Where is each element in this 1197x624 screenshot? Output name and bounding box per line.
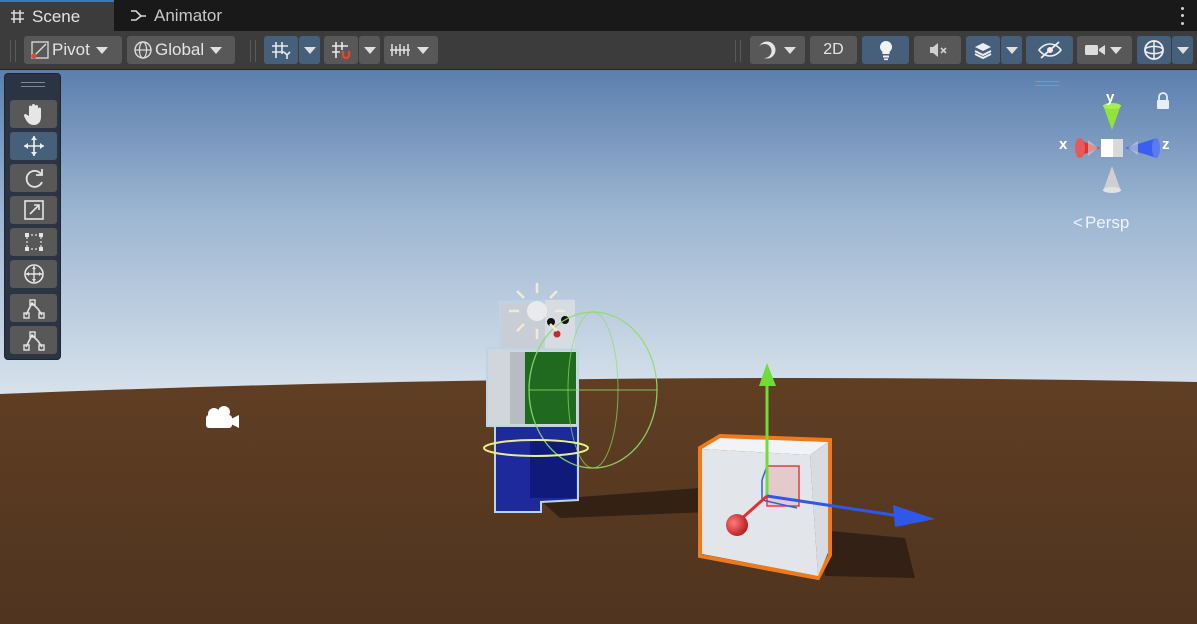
palette-drag-handle[interactable] (21, 82, 45, 87)
chevron-down-icon (95, 46, 108, 54)
move-tool-button[interactable] (10, 132, 57, 160)
chevron-down-icon (1176, 46, 1189, 54)
gizmos-dropdown[interactable] (1172, 36, 1193, 64)
projection-label: Persp (1084, 213, 1130, 232)
chevron-down-icon (303, 46, 316, 54)
increment-snap-dropdown[interactable] (359, 36, 380, 64)
transform-icon (22, 262, 46, 286)
chevron-down-icon (784, 46, 796, 54)
gizmo-y-label[interactable]: y (1106, 89, 1114, 106)
magnet-grid-icon (330, 40, 352, 60)
toolbar-grip-icon[interactable] (250, 40, 256, 62)
global-dropdown[interactable]: Global (127, 36, 235, 64)
globe-icon (133, 40, 153, 60)
scale-tool-button[interactable] (10, 196, 57, 224)
light-gizmo-icon[interactable] (509, 283, 565, 339)
chevron-down-icon (1005, 46, 1018, 54)
video-camera-icon (1084, 42, 1106, 58)
chevron-down-icon (363, 46, 376, 54)
tool-palette (4, 73, 61, 360)
rotate-icon (22, 166, 46, 190)
gizmos-toggle[interactable] (1137, 36, 1171, 64)
selected-cube[interactable] (698, 433, 832, 581)
layers-effects-icon (972, 40, 994, 60)
gizmo-drag-handle[interactable] (1035, 81, 1059, 86)
scene-viewport[interactable]: y x z (0, 70, 1197, 624)
tab-scene-label: Scene (32, 6, 81, 26)
scene-lighting-toggle[interactable] (862, 36, 909, 64)
toolbar-grip-icon[interactable] (10, 40, 16, 62)
rotate-tool-button[interactable] (10, 164, 57, 192)
speaker-muted-icon (927, 40, 949, 60)
move-arrows-icon (22, 134, 46, 158)
global-label: Global (155, 40, 205, 59)
pivot-icon (30, 40, 50, 60)
audio-toggle[interactable] (914, 36, 961, 64)
scene-render[interactable] (0, 70, 1197, 624)
gizmo-x-label[interactable]: x (1059, 136, 1067, 153)
grid-snapping-toggle[interactable] (264, 36, 298, 64)
scene-visibility-toggle[interactable] (1026, 36, 1073, 64)
ruler-snap-dropdown[interactable] (384, 36, 438, 64)
rect-tool-button[interactable] (10, 228, 57, 256)
chevron-left-icon: < (1073, 213, 1083, 232)
effects-dropdown[interactable] (1001, 36, 1022, 64)
grid-snap-icon (270, 40, 292, 60)
hand-icon (23, 102, 45, 126)
gizmo-z-label[interactable]: z (1162, 136, 1170, 153)
pivot-dropdown[interactable]: Pivot (24, 36, 122, 64)
tab-animator[interactable]: Animator (120, 0, 250, 31)
increment-snap-toggle[interactable] (324, 36, 358, 64)
lightbulb-icon (878, 39, 894, 61)
animator-graph-icon (130, 8, 147, 23)
pivot-label: Pivot (52, 40, 90, 59)
eye-hidden-icon (1037, 40, 1063, 60)
shading-mode-dropdown[interactable] (750, 36, 805, 64)
toggle-2d-label: 2D (823, 41, 844, 58)
custom-tool-2-button[interactable] (10, 326, 57, 354)
bone-tool-icon (22, 329, 46, 351)
scene-toolbar: Pivot Global 2D (0, 31, 1197, 70)
hand-tool-button[interactable] (10, 100, 57, 128)
grid-hash-icon (10, 9, 25, 24)
custom-tool-1-button[interactable] (10, 294, 57, 322)
camera-settings-dropdown[interactable] (1077, 36, 1132, 64)
tab-animator-label: Animator (154, 5, 223, 25)
toolbar-grip-icon[interactable] (735, 40, 741, 62)
projection-toggle[interactable]: < Persp (1073, 213, 1129, 233)
chevron-down-icon (417, 46, 429, 54)
rect-transform-icon (23, 231, 45, 253)
toggle-2d-button[interactable]: 2D (810, 36, 857, 64)
scale-icon (23, 199, 45, 221)
shading-sphere-icon (756, 39, 778, 61)
effects-toggle[interactable] (966, 36, 1000, 64)
bone-tool-icon (22, 297, 46, 319)
chevron-down-icon (1110, 46, 1122, 54)
tab-scene[interactable]: Scene (0, 0, 114, 31)
gizmo-sphere-icon (1142, 38, 1166, 62)
tab-bar: Scene Animator (0, 0, 1197, 31)
chevron-down-icon (210, 46, 223, 54)
transform-tool-button[interactable] (10, 260, 57, 288)
grid-snapping-dropdown[interactable] (299, 36, 320, 64)
ruler-icon (389, 41, 411, 59)
more-options-icon[interactable] (1175, 5, 1189, 27)
